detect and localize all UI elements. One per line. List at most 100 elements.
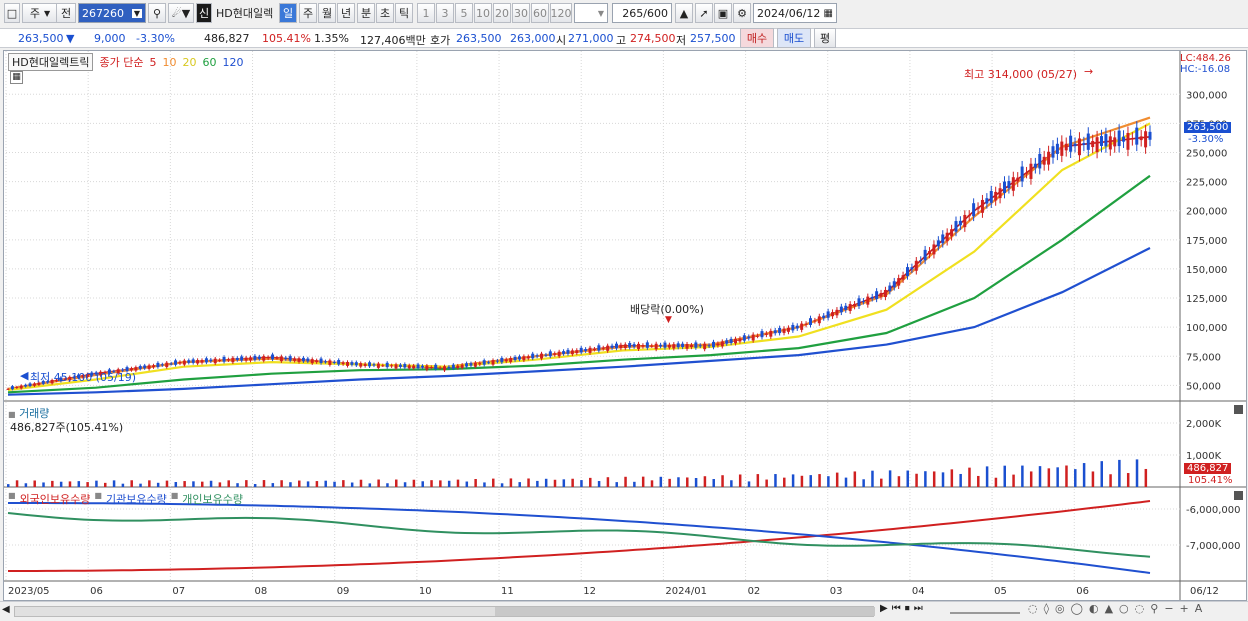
volume-bar bbox=[809, 475, 812, 487]
candle-body bbox=[866, 296, 870, 305]
tool-icon[interactable]: ○ bbox=[1119, 602, 1129, 615]
volume-bar bbox=[306, 481, 310, 487]
date-input[interactable]: 2024/06/12 ▦ bbox=[753, 3, 837, 23]
candle-body bbox=[1091, 140, 1095, 148]
first-icon[interactable]: ⏮ bbox=[892, 603, 901, 614]
prev-button[interactable]: 전 bbox=[56, 3, 76, 23]
candle-body bbox=[553, 353, 557, 355]
candle-icon[interactable]: ▲ bbox=[675, 3, 693, 23]
candle-body bbox=[870, 296, 874, 299]
price-tick-label: 100,000 bbox=[1186, 323, 1227, 334]
play-icon[interactable]: ▶ bbox=[880, 603, 888, 614]
plus-icon[interactable]: + bbox=[1180, 602, 1189, 615]
candle-body bbox=[707, 345, 711, 347]
candle-body bbox=[1011, 177, 1015, 191]
volume-bar bbox=[456, 479, 460, 487]
last-icon[interactable]: ⏭ bbox=[914, 603, 923, 614]
stock-legend-name[interactable]: HD현대일렉트릭 bbox=[8, 53, 94, 71]
period-select[interactable]: 주 ▼ bbox=[22, 3, 58, 23]
tool-icon[interactable]: ◐ bbox=[1089, 602, 1099, 615]
gear-icon[interactable]: ⚙ bbox=[733, 3, 751, 23]
volume-tick-label: 2,000K bbox=[1186, 419, 1222, 430]
zoom-slider[interactable] bbox=[950, 604, 1020, 614]
interval-button-60[interactable]: 60 bbox=[531, 3, 549, 23]
chart-area[interactable]: 300,000275,000250,000225,000200,000175,0… bbox=[3, 50, 1247, 601]
volume-bar bbox=[156, 482, 160, 487]
ma-line-20 bbox=[7, 122, 1151, 392]
search-icon[interactable]: ⚲ bbox=[148, 3, 166, 23]
candle-body bbox=[689, 344, 693, 348]
tool-icon[interactable]: ◊ bbox=[1044, 602, 1049, 615]
interval-select[interactable]: ▼ bbox=[574, 3, 608, 23]
period-button-tick[interactable]: 틱 bbox=[395, 3, 413, 23]
minus-icon[interactable]: − bbox=[1164, 602, 1173, 615]
grid-toggle-icon[interactable]: ▦ bbox=[10, 71, 23, 84]
tool-icon[interactable]: ◌ bbox=[1135, 602, 1145, 615]
bottom-toolbar: ◀ ▶ ⏮ ⏹ ⏭ ◌ ◊ ◎ ◯ ◐ ▲ ○ ◌ ⚲ − + A bbox=[0, 601, 1248, 621]
magnifier-icon[interactable]: ⚲ bbox=[1150, 602, 1158, 615]
calendar-icon[interactable]: ▦ bbox=[824, 8, 833, 19]
volume-bar bbox=[430, 480, 433, 487]
period-button-day[interactable]: 일 bbox=[279, 3, 297, 23]
chevron-down-icon[interactable]: ▼ bbox=[131, 8, 142, 18]
candle-body bbox=[557, 351, 561, 357]
volume-bar bbox=[880, 478, 883, 487]
scrollbar-track[interactable] bbox=[14, 606, 875, 617]
volume-bar bbox=[253, 484, 257, 487]
buy-button[interactable]: 매수 bbox=[740, 28, 774, 48]
speaker-icon[interactable]: ☄▼ bbox=[168, 3, 194, 23]
candle-body bbox=[1042, 156, 1046, 165]
period-button-year[interactable]: 년 bbox=[337, 3, 355, 23]
quote-bar: 263,500 ▼ 9,000 -3.30% 486,827 105.41% 1… bbox=[0, 28, 1248, 48]
close-panel-icon[interactable] bbox=[1234, 491, 1243, 500]
draw-icon[interactable]: ➚ bbox=[695, 3, 713, 23]
scrollbar-thumb[interactable] bbox=[495, 607, 875, 616]
lc-label: LC:484.26 bbox=[1180, 53, 1231, 64]
close-panel-icon[interactable] bbox=[1234, 405, 1243, 414]
interval-button-20[interactable]: 20 bbox=[493, 3, 511, 23]
interval-button-120[interactable]: 120 bbox=[550, 3, 572, 23]
volume-bar bbox=[888, 470, 892, 487]
period-button-second[interactable]: 초 bbox=[376, 3, 394, 23]
pause-icon[interactable]: ⏹ bbox=[905, 603, 910, 614]
period-button-week[interactable]: 주 bbox=[299, 3, 317, 23]
volume-bar bbox=[597, 481, 601, 487]
font-icon[interactable]: A bbox=[1195, 602, 1203, 615]
candle-body bbox=[742, 335, 746, 341]
interval-button-3[interactable]: 3 bbox=[436, 3, 454, 23]
candle-body bbox=[756, 335, 760, 337]
volume-bar bbox=[694, 478, 698, 487]
tool-icon[interactable]: ◯ bbox=[1071, 602, 1083, 615]
chart-canvas[interactable]: 300,000275,000250,000225,000200,000175,0… bbox=[4, 51, 1246, 600]
stock-code-input[interactable]: 267260 ▼ bbox=[78, 3, 146, 23]
volume-bar bbox=[86, 482, 89, 487]
interval-button-10[interactable]: 10 bbox=[474, 3, 492, 23]
count-input[interactable]: 265 /600 bbox=[612, 3, 672, 23]
candle-body bbox=[619, 344, 623, 349]
candle-body bbox=[398, 364, 402, 367]
ma-line-120 bbox=[7, 247, 1151, 396]
candle-body bbox=[945, 232, 949, 242]
candle-body bbox=[24, 384, 28, 387]
volume-current-pct: 105.41% bbox=[1188, 475, 1233, 486]
candle-body bbox=[989, 190, 993, 203]
tool-icon[interactable]: ◎ bbox=[1055, 602, 1065, 615]
volume-bar bbox=[712, 479, 715, 487]
ma-legend-5: 5 bbox=[149, 55, 157, 69]
sell-button[interactable]: 매도 bbox=[777, 28, 811, 48]
interval-button-1[interactable]: 1 bbox=[417, 3, 435, 23]
interval-button-30[interactable]: 30 bbox=[512, 3, 530, 23]
x-tick-label: 12 bbox=[583, 586, 596, 597]
tool-icon[interactable]: ▲ bbox=[1105, 602, 1113, 615]
period-button-month[interactable]: 월 bbox=[318, 3, 336, 23]
interval-button-5[interactable]: 5 bbox=[455, 3, 473, 23]
candle-body bbox=[1047, 151, 1051, 165]
eval-button[interactable]: 평 bbox=[814, 28, 836, 48]
period-button-minute[interactable]: 분 bbox=[357, 3, 375, 23]
window-icon[interactable]: □ bbox=[4, 3, 20, 23]
save-icon[interactable]: ▣ bbox=[714, 3, 732, 23]
volume-bar bbox=[1056, 467, 1059, 487]
tool-icon[interactable]: ◌ bbox=[1028, 602, 1038, 615]
scroll-left-icon[interactable]: ◀ bbox=[2, 604, 10, 615]
volume-bar bbox=[359, 479, 363, 487]
